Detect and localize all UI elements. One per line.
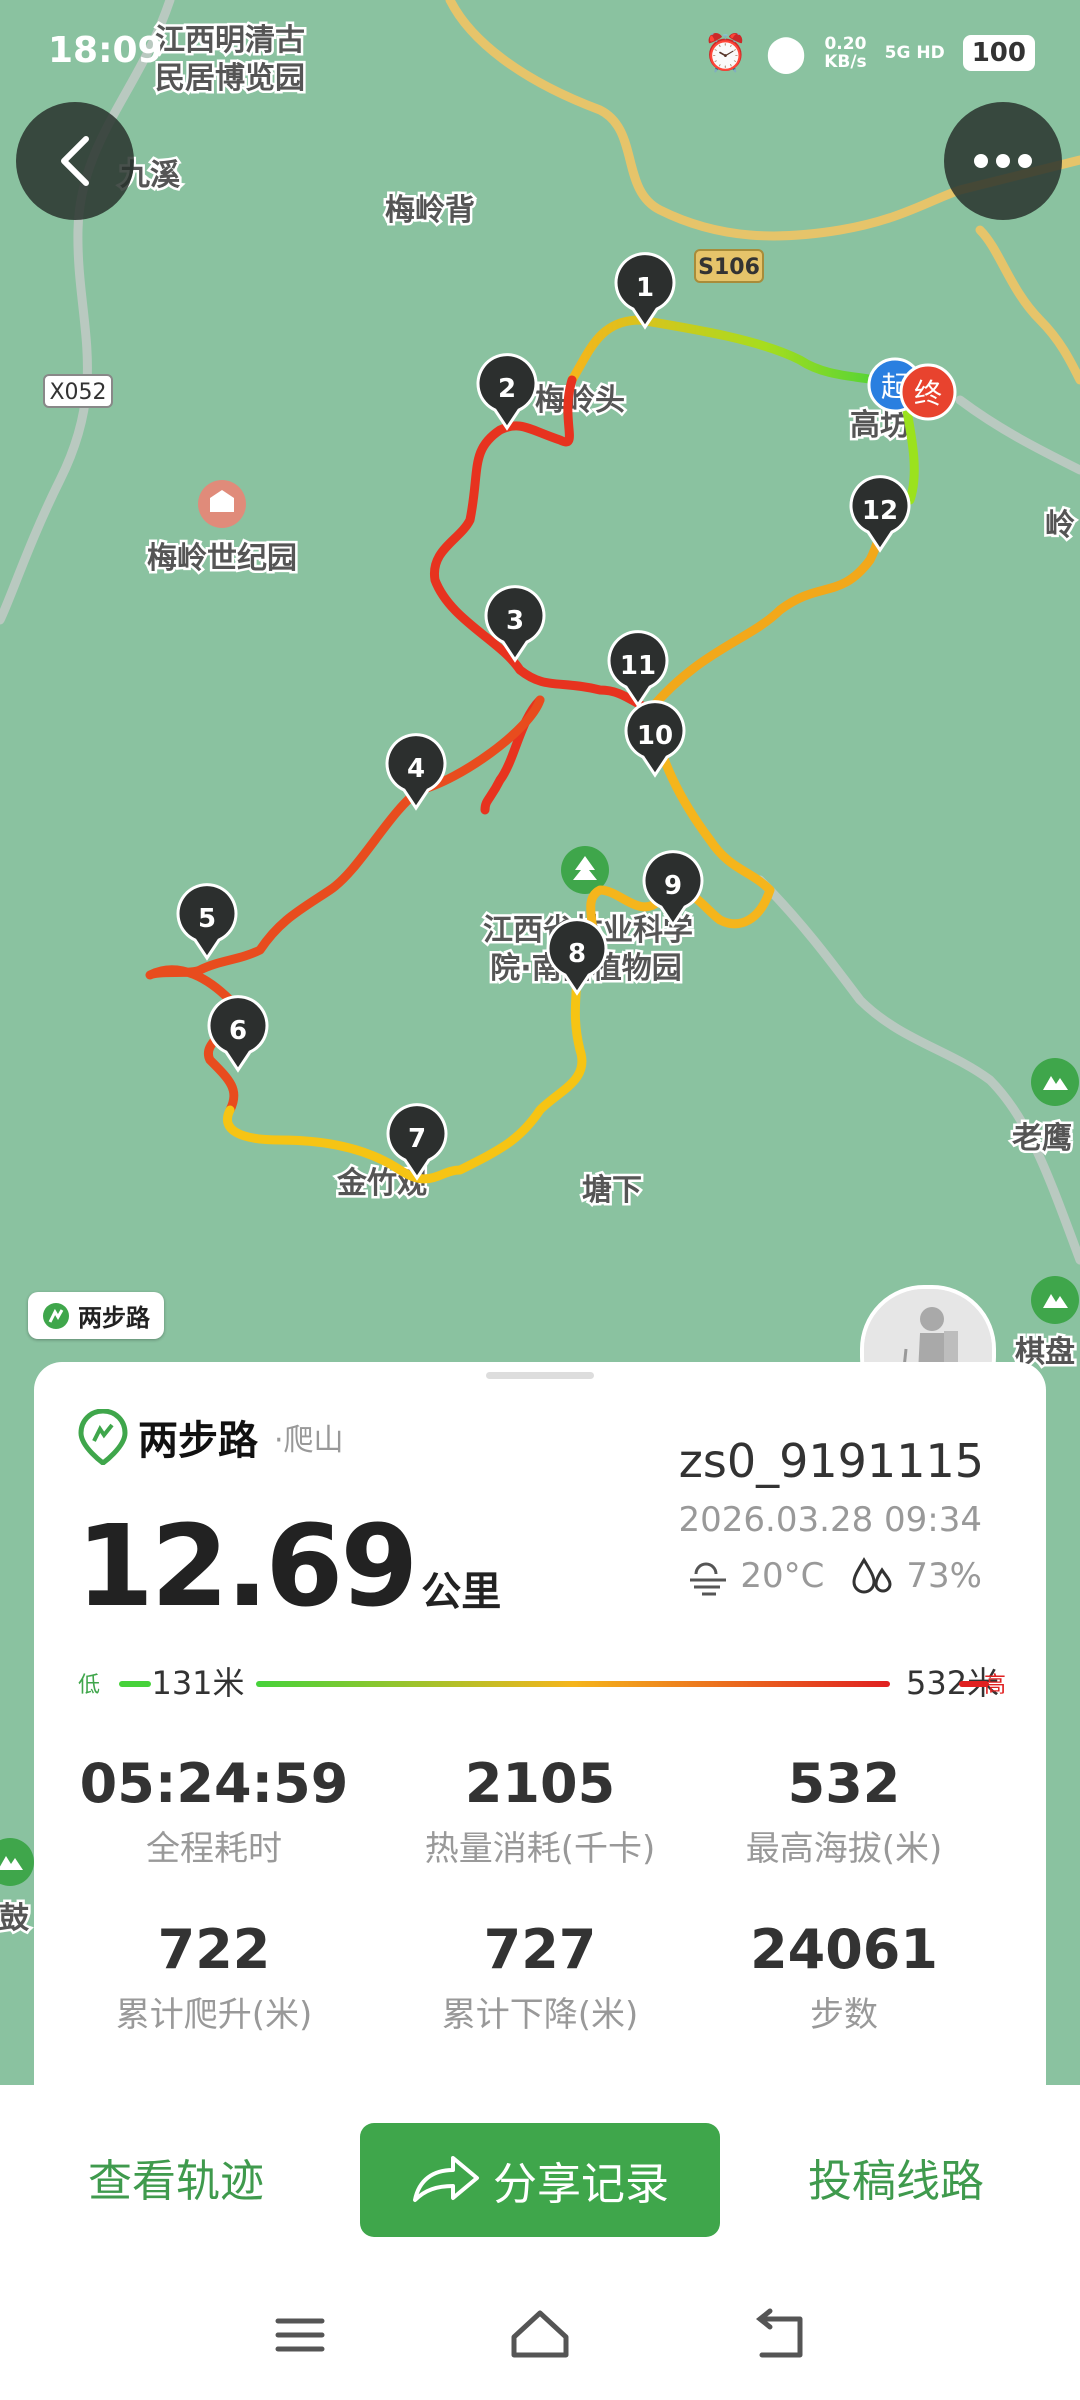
stat-label: 步数 — [810, 1995, 878, 2035]
poi-mountain-icon — [1031, 1276, 1079, 1324]
share-label: 分享记录 — [493, 2159, 669, 2210]
stat-ascent: 722 累计爬升(米) — [64, 1918, 364, 2036]
network-speed: 0.20 KB/s — [824, 34, 867, 72]
clock: 18:09 — [48, 30, 163, 71]
brand-logo-icon — [43, 1302, 69, 1329]
brand-badge-label: 两步路 — [78, 1304, 150, 1332]
status-bar: 18:09 ⏰ ⬤ 0.20 KB/s 5G HD 100 — [0, 0, 1080, 100]
map-place-label: 梅岭世纪园 — [147, 541, 297, 576]
svg-text:4: 4 — [407, 754, 425, 784]
submit-route-button[interactable]: 投稿线路 — [808, 2145, 984, 2209]
distance: 12.69 公里 — [76, 1502, 501, 1632]
map-place-label: 塘下 — [582, 1173, 642, 1208]
stat-label: 全程耗时 — [146, 1829, 282, 1869]
activity-category: ·爬山 — [274, 1423, 344, 1458]
stat-descent: 727 累计下降(米) — [390, 1918, 690, 2036]
humidity: 73% — [906, 1556, 982, 1596]
stat-value: 2105 — [464, 1752, 616, 1815]
location-icon: ⬤ — [765, 32, 807, 74]
poi-park-icon — [198, 480, 246, 528]
svg-text:X052: X052 — [49, 380, 106, 405]
weather-info: 20°C 73% — [686, 1556, 982, 1596]
legend-low-label: 低 — [78, 1673, 100, 1698]
more-dots-icon — [974, 154, 1032, 168]
map-brand-badge: 两步路 — [28, 1292, 164, 1339]
stat-value: 05:24:59 — [79, 1752, 349, 1815]
share-arrow-icon — [413, 2156, 479, 2202]
back-nav-icon[interactable] — [755, 2308, 803, 2358]
legend-high-label: 高 — [984, 1673, 1006, 1698]
road-tag-s106: S106 — [694, 249, 764, 283]
record-datetime: 2026.03.28 09:34 — [678, 1500, 982, 1540]
app-name: 两步路 — [138, 1418, 258, 1464]
svg-text:7: 7 — [408, 1124, 426, 1154]
more-button[interactable] — [944, 102, 1062, 220]
alarm-icon: ⏰ — [703, 33, 748, 74]
distance-value: 12.69 — [76, 1502, 418, 1632]
svg-text:1: 1 — [636, 273, 654, 303]
stat-calories: 2105 热量消耗(千卡) — [390, 1752, 690, 1870]
svg-text:S106: S106 — [698, 255, 760, 280]
map-place-label: 梅岭背 — [385, 193, 475, 228]
chevron-left-icon — [61, 136, 89, 186]
stat-value: 727 — [483, 1918, 597, 1981]
battery-icon: 100 — [962, 35, 1035, 71]
bottom-action-bar: 查看轨迹 分享记录 投稿线路 — [0, 2085, 1080, 2400]
home-icon[interactable] — [511, 2310, 569, 2358]
weather-haze-icon — [690, 1562, 727, 1596]
svg-text:9: 9 — [664, 871, 682, 901]
poi-mountain-icon — [1031, 1058, 1079, 1106]
stat-value: 24061 — [750, 1918, 938, 1981]
svg-text:终: 终 — [914, 377, 942, 410]
distance-unit: 公里 — [421, 1569, 502, 1615]
stat-label: 最高海拔(米) — [745, 1829, 943, 1869]
svg-text:12: 12 — [862, 496, 898, 526]
svg-text:2: 2 — [498, 374, 516, 404]
app-logo: 两步路 ·爬山 — [78, 1408, 344, 1466]
system-nav-bar — [275, 2308, 803, 2358]
share-button[interactable]: 分享记录 — [360, 2123, 720, 2237]
road-tag-x052: X052 — [43, 374, 113, 408]
stat-label: 累计下降(米) — [441, 1995, 639, 2035]
map-place-label: 高坊 — [850, 408, 910, 443]
map-place-label: 老鹰 — [1012, 1121, 1072, 1156]
svg-text:10: 10 — [637, 721, 673, 751]
svg-text:6: 6 — [229, 1016, 247, 1046]
record-card: 两步路 ·爬山 zs0_9191115 2026.03.28 09:34 20°… — [34, 1362, 1046, 2085]
stat-label: 热量消耗(千卡) — [424, 1829, 656, 1869]
map-place-label: 鼓 — [0, 1901, 30, 1936]
legend-low-value: 131米 — [151, 1664, 244, 1702]
svg-text:3: 3 — [506, 606, 524, 636]
elevation-legend: 低 131米 532米 高 — [78, 1664, 1006, 1702]
view-track-button[interactable]: 查看轨迹 — [88, 2145, 264, 2209]
signal-icon: 5G HD — [884, 43, 945, 63]
drag-handle[interactable] — [486, 1372, 594, 1379]
stat-steps: 24061 步数 — [694, 1918, 994, 2036]
svg-text:11: 11 — [620, 651, 656, 681]
map-place-label: 梅岭头 — [535, 383, 625, 418]
back-button[interactable] — [16, 102, 134, 220]
temperature: 20°C — [740, 1556, 825, 1596]
stat-value: 722 — [157, 1918, 271, 1981]
stat-value: 532 — [787, 1752, 901, 1815]
svg-text:8: 8 — [568, 939, 586, 969]
svg-text:5: 5 — [198, 904, 216, 934]
menu-icon[interactable] — [275, 2318, 325, 2352]
username: zs0_9191115 — [678, 1434, 984, 1488]
humidity-icon — [852, 1557, 892, 1594]
end-marker[interactable]: 终 — [899, 363, 957, 421]
stat-duration: 05:24:59 全程耗时 — [64, 1752, 364, 1870]
stat-max-altitude: 532 最高海拔(米) — [694, 1752, 994, 1870]
map-place-label: 岭 — [1045, 508, 1075, 543]
brand-logo-icon — [78, 1409, 128, 1465]
stat-label: 累计爬升(米) — [115, 1995, 313, 2035]
